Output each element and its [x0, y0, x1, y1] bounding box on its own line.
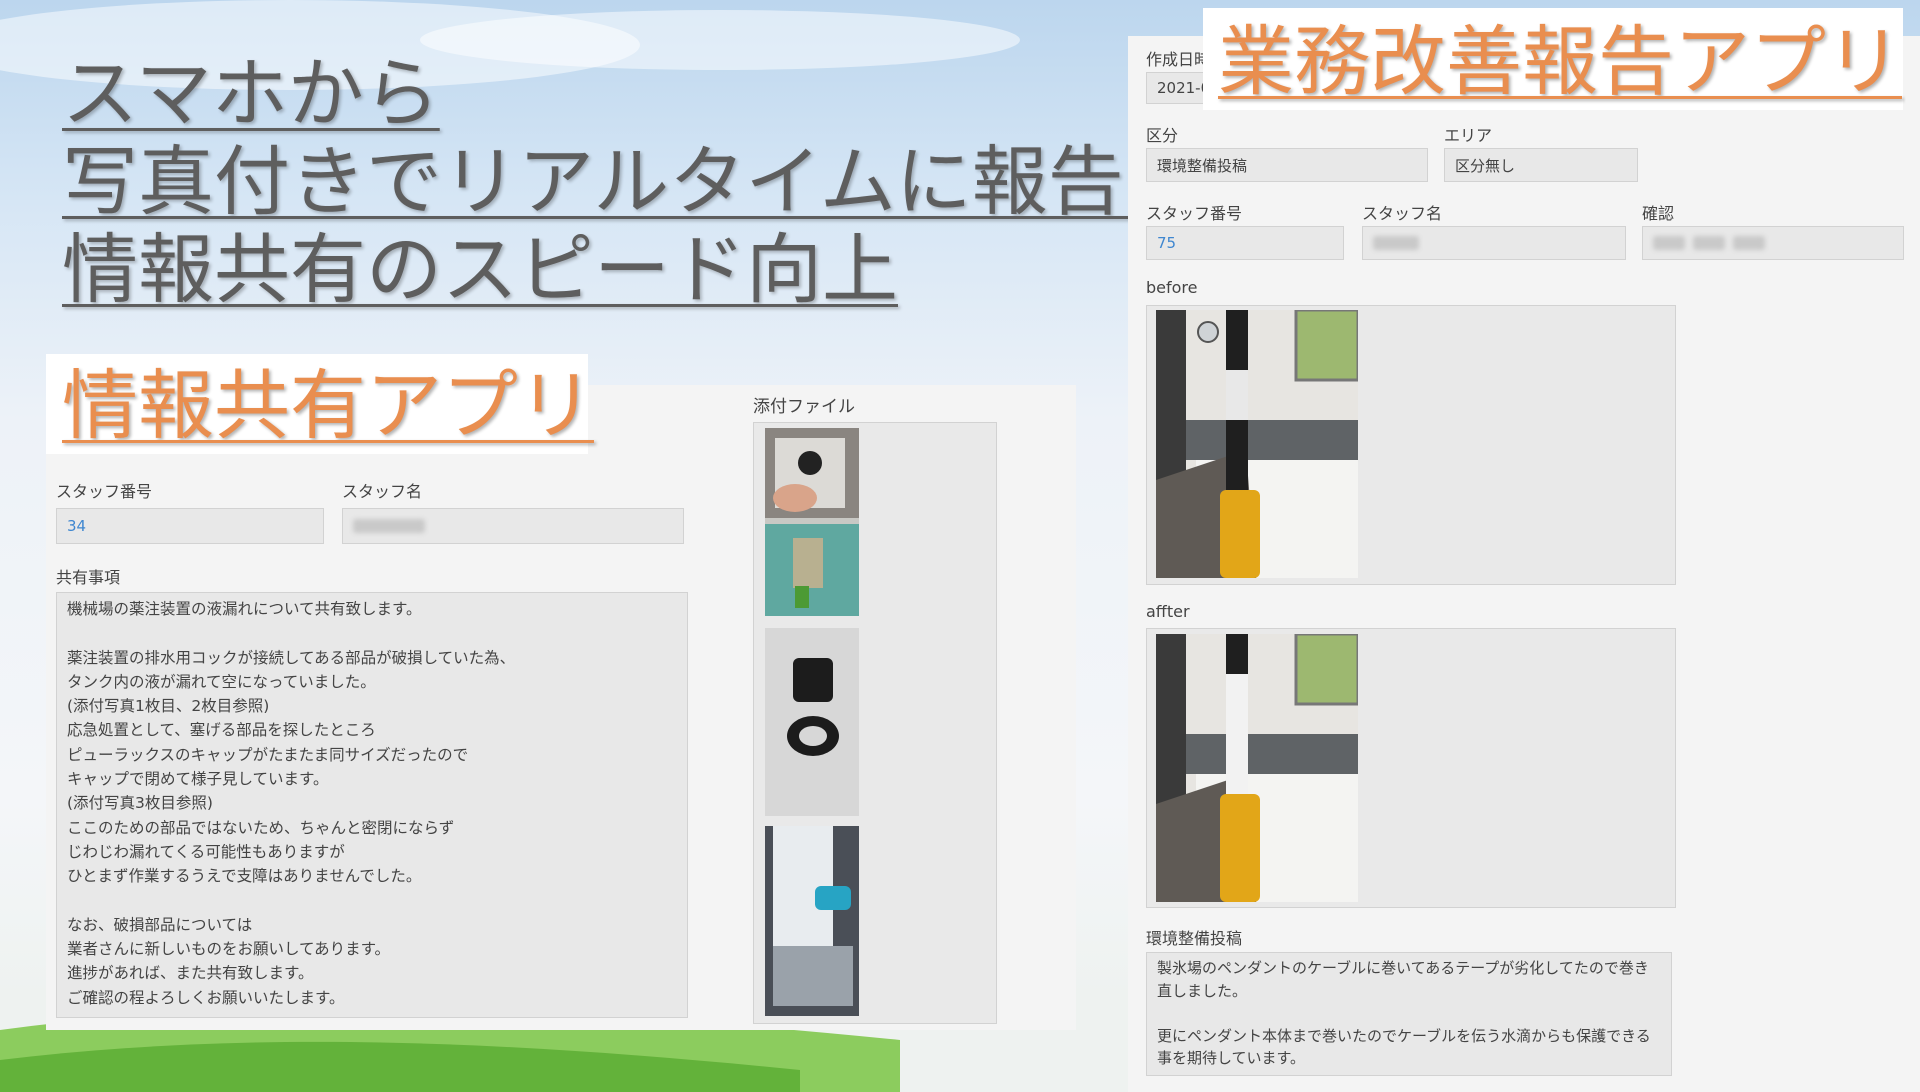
redacted-confirmer [1733, 236, 1765, 250]
staff-name-field[interactable] [1362, 226, 1626, 260]
shared-items-label: 共有事項 [56, 568, 121, 587]
attachment-thumbnail[interactable] [765, 628, 859, 816]
redacted-confirmer [1653, 236, 1685, 250]
after-photo[interactable] [1156, 634, 1358, 902]
post-label: 環境整備投稿 [1146, 929, 1243, 948]
category-label: 区分 [1146, 126, 1179, 145]
headline: スマホから 写真付きでリアルタイムに報告！ 情報共有のスピード向上 [62, 50, 1200, 314]
staff-name-label: スタッフ名 [1362, 204, 1443, 223]
staff-number-field[interactable]: 34 [56, 508, 324, 544]
before-photo[interactable] [1156, 310, 1358, 578]
confirm-label: 確認 [1642, 204, 1675, 223]
before-label: before [1146, 278, 1198, 297]
headline-line-2: 写真付きでリアルタイムに報告！ [62, 137, 1200, 226]
confirm-field[interactable] [1642, 226, 1904, 260]
headline-line-1: スマホから [62, 49, 440, 138]
created-at-label: 作成日時 [1146, 50, 1211, 69]
shared-items-textarea[interactable]: 機械場の薬注装置の液漏れについて共有致します。 薬注装置の排水用コックが接続して… [56, 592, 688, 1018]
staff-number-field[interactable]: 75 [1146, 226, 1344, 260]
attachment-thumbnail[interactable] [765, 428, 859, 616]
after-label: affter [1146, 602, 1190, 621]
category-field[interactable]: 環境整備投稿 [1146, 148, 1428, 182]
staff-name-field[interactable] [342, 508, 684, 544]
info-share-app-title: 情報共有アプリ [62, 361, 594, 450]
attachments-label: 添付ファイル [753, 397, 855, 417]
redacted-name [353, 519, 425, 533]
redacted-name [1373, 236, 1419, 250]
attachment-thumbnail[interactable] [765, 826, 859, 1016]
headline-line-3: 情報共有のスピード向上 [62, 225, 898, 314]
redacted-confirmer [1693, 236, 1725, 250]
staff-name-label: スタッフ名 [342, 482, 423, 501]
area-label: エリア [1444, 126, 1493, 145]
staff-number-label: スタッフ番号 [1146, 204, 1243, 223]
improvement-app-title: 業務改善報告アプリ [1218, 17, 1902, 106]
area-field[interactable]: 区分無し [1444, 148, 1638, 182]
post-textarea[interactable]: 製氷場のペンダントのケーブルに巻いてあるテープが劣化してたので巻き 直しました。… [1146, 952, 1672, 1076]
staff-number-label: スタッフ番号 [56, 482, 153, 501]
